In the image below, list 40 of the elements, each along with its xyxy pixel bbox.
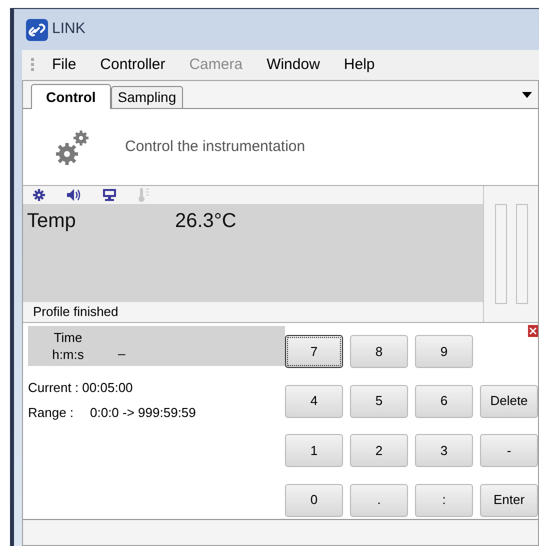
key-button[interactable]: 3 — [415, 434, 473, 467]
key-button[interactable]: 2 — [350, 434, 408, 467]
gears-icon — [55, 128, 91, 166]
header-text: Control the instrumentation — [125, 136, 306, 157]
temp-value: 26.3°C — [175, 208, 236, 234]
key-button[interactable]: 4 — [285, 384, 343, 418]
tab[interactable]: Sampling — [110, 86, 184, 108]
speaker-icon[interactable] — [67, 188, 81, 201]
key-button[interactable]: . — [350, 484, 408, 516]
monitor-icon[interactable] — [103, 188, 116, 201]
time-value: – — [118, 345, 126, 364]
menu-item[interactable]: Window — [254, 54, 332, 76]
tab[interactable]: Control — [31, 84, 111, 109]
key-button[interactable]: 5 — [350, 384, 408, 418]
menu-item[interactable]: File — [40, 54, 88, 76]
range-value: 0:0:0 -> 999:59:59 — [90, 404, 196, 422]
key-button[interactable]: - — [480, 434, 538, 467]
dropdown-arrow-icon[interactable] — [522, 92, 532, 98]
key-button[interactable]: 7 — [285, 335, 343, 368]
key-button[interactable]: Enter — [480, 484, 538, 516]
chain-link-icon — [26, 18, 48, 40]
grip-icon — [31, 58, 34, 72]
key-button[interactable]: 9 — [415, 335, 473, 368]
key-button[interactable]: Delete — [480, 384, 538, 418]
key-button[interactable]: 1 — [285, 434, 343, 467]
menu-item[interactable]: Help — [332, 54, 387, 76]
time-label: Time — [54, 329, 82, 346]
temp-label: Temp — [27, 208, 77, 234]
key-button[interactable]: 6 — [415, 384, 473, 418]
status-text: Profile finished — [33, 303, 118, 322]
time-unit: h:m:s — [52, 346, 84, 363]
key-button[interactable]: : — [415, 484, 473, 516]
menu-item[interactable]: Controller — [88, 54, 178, 76]
close-icon[interactable] — [528, 325, 538, 337]
range-label: Range : — [28, 404, 75, 422]
gear-icon[interactable] — [33, 188, 45, 201]
current-time-text: Current : 00:05:00 — [28, 379, 134, 397]
key-button[interactable]: 0 — [285, 484, 343, 516]
key-button[interactable]: 8 — [350, 335, 408, 368]
window-title: LINK — [52, 19, 86, 40]
